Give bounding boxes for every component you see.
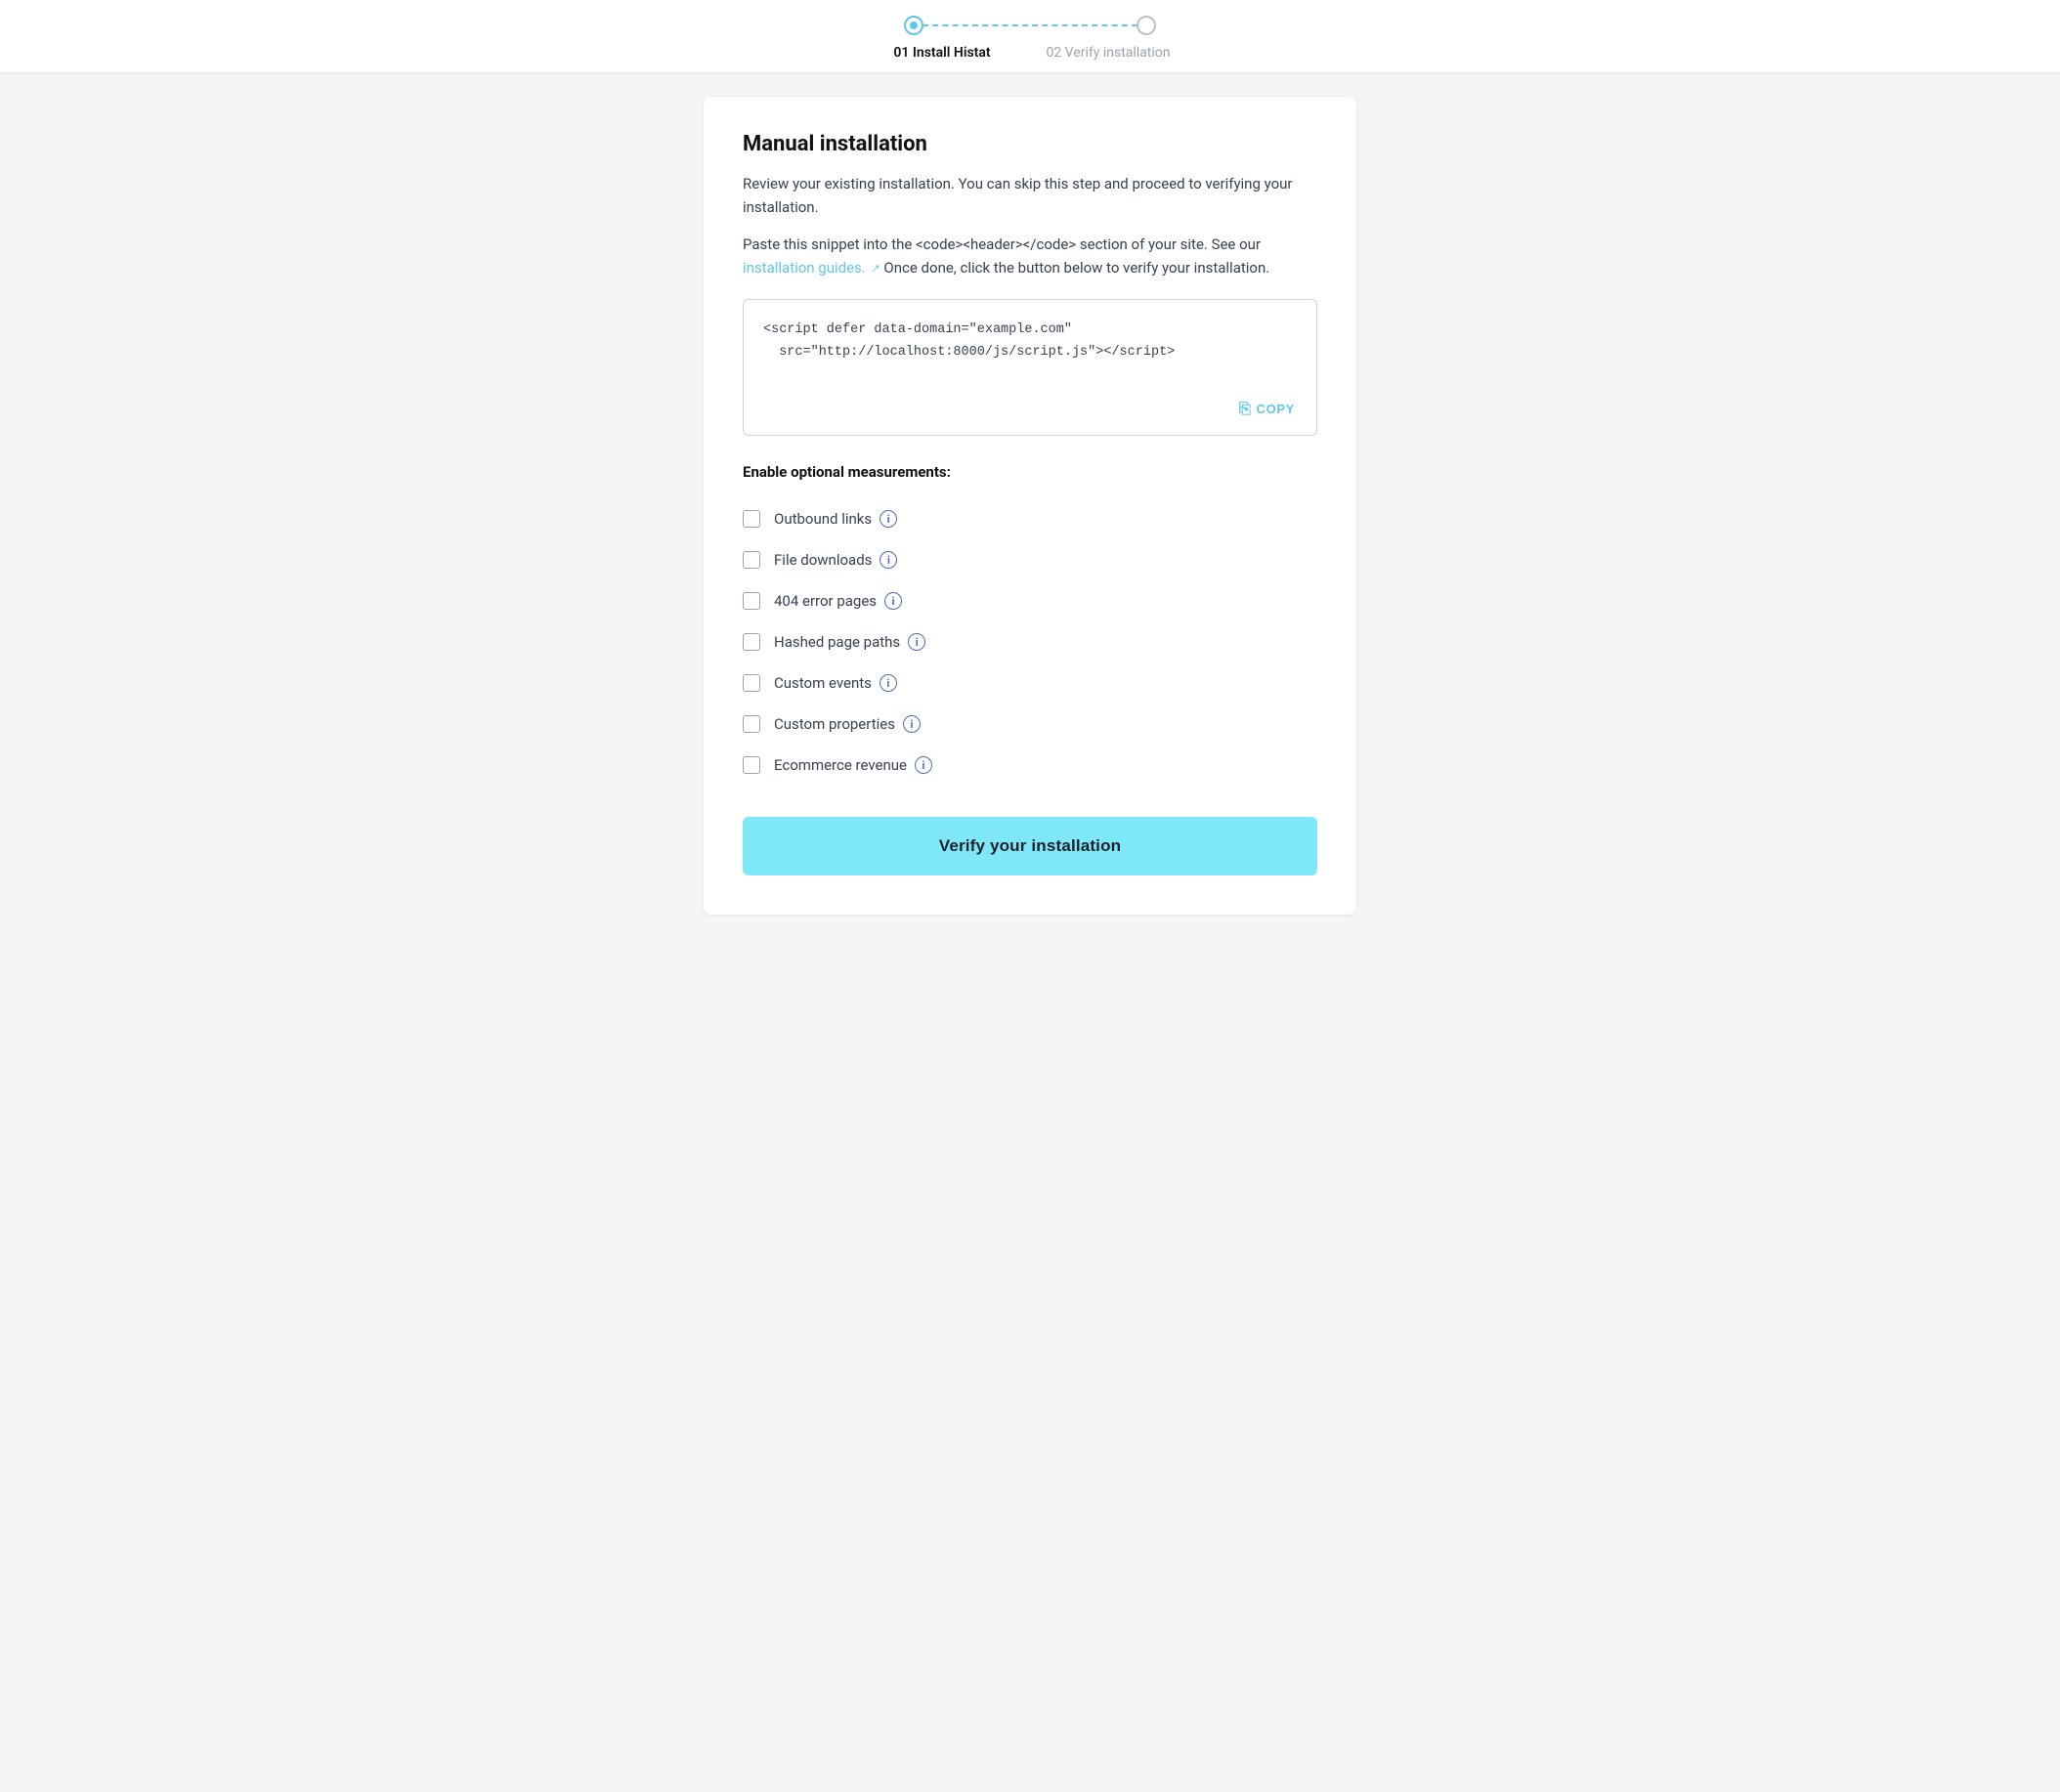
external-link-icon: ↗ — [871, 260, 880, 277]
checkbox-custom-properties[interactable] — [743, 715, 760, 733]
label-file-downloads: File downloads i — [774, 551, 897, 569]
description-1: Review your existing installation. You c… — [743, 172, 1317, 219]
verify-button[interactable]: Verify your installation — [743, 817, 1317, 875]
code-snippet: <script defer data-domain="example.com" … — [763, 320, 1297, 364]
checkbox-ecommerce-revenue[interactable] — [743, 756, 760, 774]
checkbox-custom-events[interactable] — [743, 674, 760, 692]
checkbox-item-outbound-links[interactable]: Outbound links i — [743, 498, 1317, 539]
label-outbound-links: Outbound links i — [774, 510, 897, 528]
step1-label: 01 Install Histat — [864, 45, 1020, 61]
info-icon-outbound-links[interactable]: i — [880, 510, 897, 528]
step-connector — [923, 24, 1137, 26]
stepper — [904, 16, 1156, 35]
label-404-error-pages: 404 error pages i — [774, 592, 902, 610]
info-icon-file-downloads[interactable]: i — [880, 551, 897, 569]
top-bar: 01 Install Histat 02 Verify installation — [0, 0, 2060, 73]
copy-button[interactable]: ⎘ COPY — [1231, 397, 1303, 421]
step2-circle — [1137, 16, 1156, 35]
step-labels: 01 Install Histat 02 Verify installation — [864, 45, 1196, 61]
copy-label: COPY — [1257, 402, 1295, 416]
checkbox-item-404-error-pages[interactable]: 404 error pages i — [743, 580, 1317, 621]
info-icon-hashed-page-paths[interactable]: i — [908, 633, 925, 651]
label-custom-properties: Custom properties i — [774, 715, 921, 733]
checkbox-file-downloads[interactable] — [743, 551, 760, 569]
installation-guides-link[interactable]: installation guides. ↗ — [743, 259, 880, 277]
description-2: Paste this snippet into the <code><heade… — [743, 233, 1317, 279]
label-ecommerce-revenue: Ecommerce revenue i — [774, 756, 932, 774]
checkbox-item-custom-properties[interactable]: Custom properties i — [743, 704, 1317, 745]
info-icon-custom-properties[interactable]: i — [903, 715, 921, 733]
checkbox-hashed-page-paths[interactable] — [743, 633, 760, 651]
main-card: Manual installation Review your existing… — [704, 97, 1356, 915]
code-block: <script defer data-domain="example.com" … — [743, 299, 1317, 436]
checkbox-404-error-pages[interactable] — [743, 592, 760, 610]
checkbox-item-file-downloads[interactable]: File downloads i — [743, 539, 1317, 580]
checkbox-outbound-links[interactable] — [743, 510, 760, 528]
step2-label: 02 Verify installation — [1020, 45, 1196, 61]
info-icon-custom-events[interactable]: i — [880, 674, 897, 692]
checkbox-item-custom-events[interactable]: Custom events i — [743, 662, 1317, 704]
step1-circle — [904, 16, 923, 35]
checkbox-list: Outbound links i File downloads i 404 erro… — [743, 498, 1317, 786]
copy-icon: ⎘ — [1239, 401, 1252, 417]
measurements-title: Enable optional measurements: — [743, 463, 1317, 481]
info-icon-404-error-pages[interactable]: i — [884, 592, 902, 610]
info-icon-ecommerce-revenue[interactable]: i — [915, 756, 932, 774]
card-title: Manual installation — [743, 132, 1317, 156]
page-content: Manual installation Review your existing… — [688, 97, 1372, 915]
label-hashed-page-paths: Hashed page paths i — [774, 633, 925, 651]
label-custom-events: Custom events i — [774, 674, 897, 692]
checkbox-item-hashed-page-paths[interactable]: Hashed page paths i — [743, 621, 1317, 662]
checkbox-item-ecommerce-revenue[interactable]: Ecommerce revenue i — [743, 745, 1317, 786]
